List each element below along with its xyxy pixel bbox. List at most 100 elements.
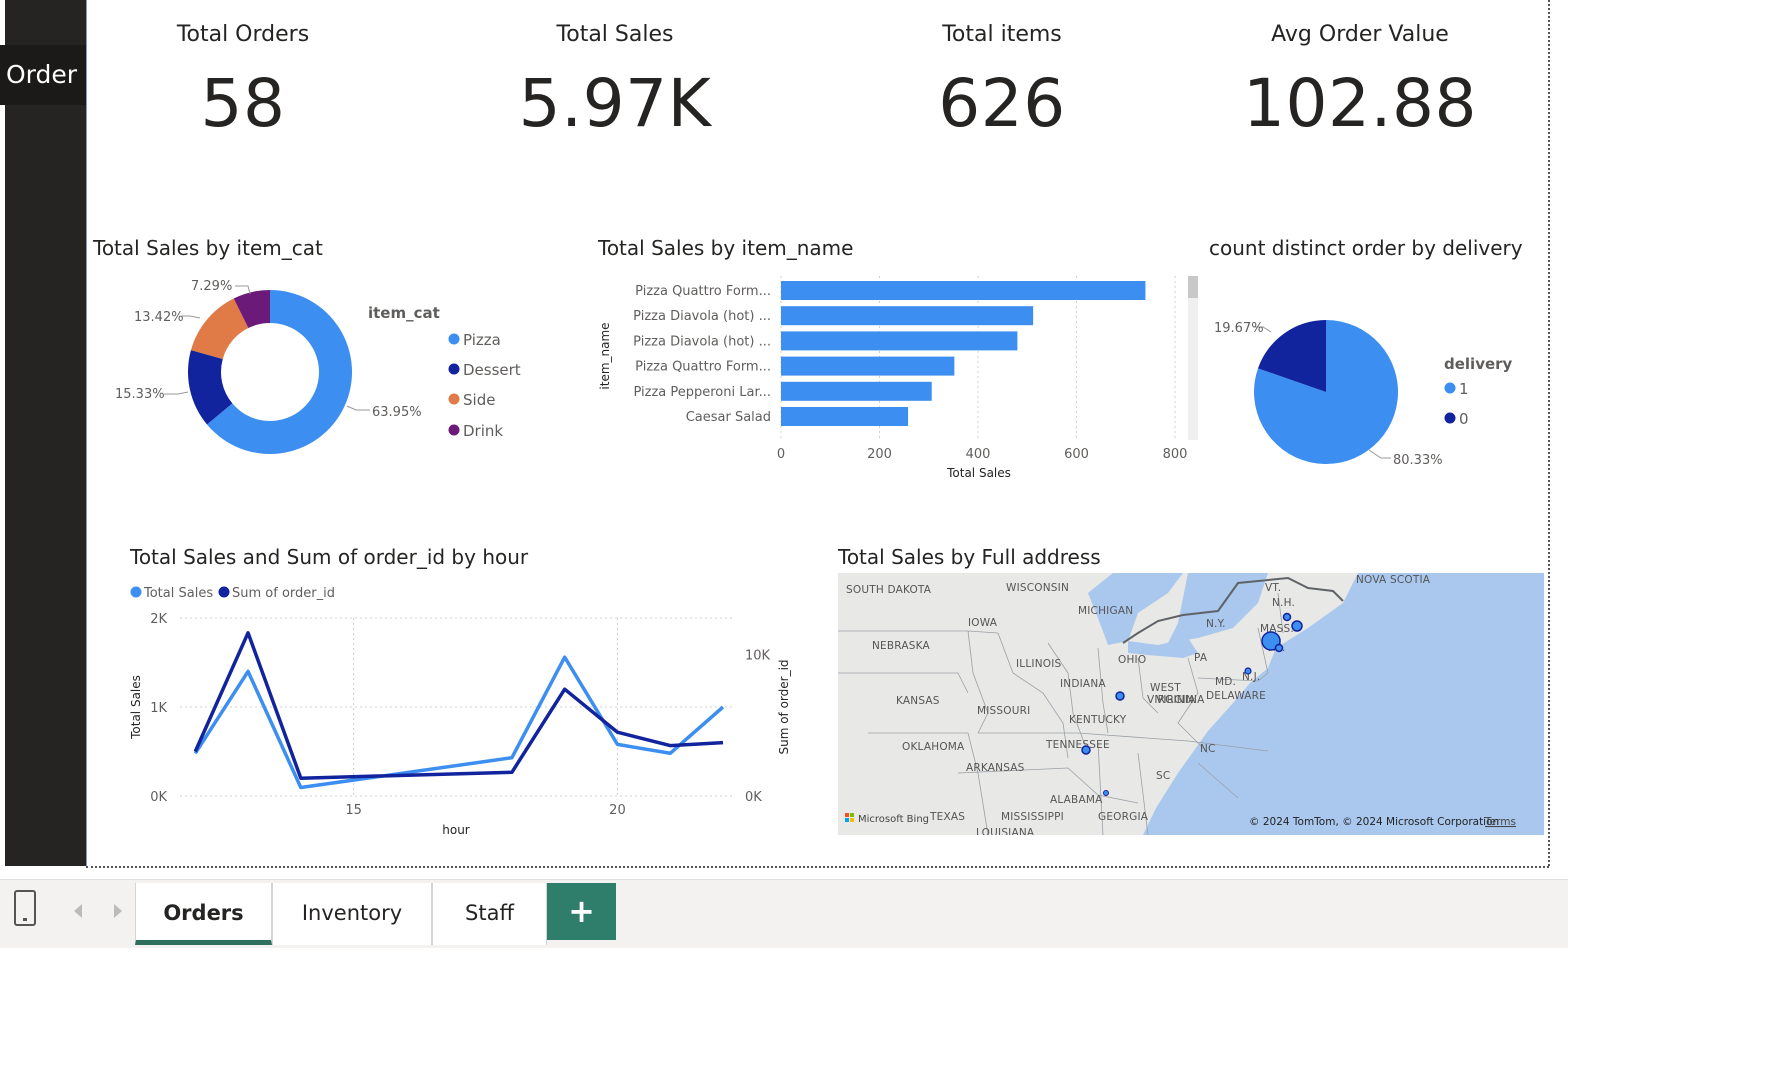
legend-label: Dessert	[463, 361, 521, 379]
legend-item-side[interactable]: Side	[448, 391, 496, 409]
map-region-label: ALABAMA	[1050, 794, 1103, 806]
legend-item-delivery-1[interactable]: 1	[1444, 380, 1469, 398]
map-region-label: MISSISSIPPI	[1001, 811, 1064, 823]
map-title: Total Sales by Full address	[838, 545, 1101, 569]
bar[interactable]	[781, 356, 955, 376]
pie-chart-title: count distinct order by delivery	[1209, 236, 1523, 260]
map-bubble[interactable]	[1103, 790, 1109, 796]
map-region-label: MD.	[1215, 676, 1236, 688]
legend-dot	[448, 424, 460, 436]
map-region-label: INDIANA	[1060, 678, 1106, 690]
series-line-total-sales[interactable]	[193, 655, 725, 790]
map-region-label: NOVA SCOTIA	[1356, 574, 1431, 586]
leader-line	[346, 405, 370, 411]
scrollbar-thumb[interactable]	[1188, 276, 1198, 298]
category-label: Pizza Quattro Form...	[635, 360, 771, 375]
kpi-value: 626	[938, 65, 1066, 142]
map-region-label: N.J.	[1242, 671, 1260, 683]
x-axis-title: Total Sales	[946, 466, 1011, 480]
legend-dot	[1444, 382, 1456, 394]
map-region-label: TEXAS	[929, 811, 965, 823]
kpi-total-items[interactable]: Total items 626	[877, 0, 1127, 142]
leader-line	[1368, 449, 1391, 459]
donut-legend-title: item_cat	[368, 304, 440, 322]
mobile-layout-icon-dot	[23, 918, 27, 921]
leader-line	[164, 391, 189, 395]
kpi-value: 5.97K	[518, 65, 712, 142]
series-line-sum-order-id[interactable]	[193, 631, 724, 780]
kpi-value: 102.88	[1243, 65, 1477, 142]
map-region-label: KANSAS	[896, 695, 940, 707]
legend-item-dessert[interactable]: Dessert	[448, 361, 521, 379]
tab-orders[interactable]: Orders	[135, 883, 272, 945]
pie-chart[interactable]: delivery 1 0 19.67% 80.33%	[1205, 270, 1525, 480]
category-label: Pizza Quattro Form...	[635, 284, 771, 299]
map-region-label: WISCONSIN	[1006, 582, 1069, 594]
y-tick-label-right: 10K	[745, 649, 771, 664]
report-page: Order Total Orders 58 Total Sales 5.97K …	[0, 0, 1568, 948]
legend-item-drink[interactable]: Drink	[448, 422, 504, 440]
map-region-label: MASS.	[1260, 623, 1294, 635]
legend-dot	[448, 333, 460, 345]
map-terms-link[interactable]: Terms	[1484, 816, 1516, 828]
y-axis-title-right: Sum of order_id	[777, 659, 791, 754]
bar[interactable]	[781, 281, 1146, 300]
x-tick-label: 200	[867, 447, 892, 462]
y-tick-label-right: 0K	[745, 790, 762, 805]
map-region-label: ILLINOIS	[1016, 658, 1062, 670]
canvas-border	[86, 0, 87, 866]
map-bubble[interactable]	[1291, 620, 1303, 632]
line-chart[interactable]: Total Sales Sum of order_id 2K 1K 0K 10K 0K 1…	[125, 578, 805, 843]
y-tick-label-left: 2K	[150, 612, 167, 627]
legend-sum-order-id[interactable]: Sum of order_id	[218, 586, 335, 601]
tab-staff[interactable]: Staff	[432, 883, 547, 945]
map-region-label: MICHIGAN	[1078, 605, 1133, 617]
map-region-label: PA	[1194, 652, 1208, 664]
legend-item-pizza[interactable]: Pizza	[448, 331, 501, 349]
canvas-border-right	[1546, 0, 1550, 866]
map-bubble[interactable]	[1081, 745, 1091, 755]
map-bubble[interactable]	[1244, 667, 1252, 675]
category-label: Pizza Pepperoni Lar...	[633, 385, 771, 400]
x-tick-label: 400	[966, 447, 991, 462]
tab-scroll-right-icon[interactable]	[114, 904, 122, 918]
map-bubble[interactable]	[1115, 691, 1125, 701]
y-axis-title-left: Total Sales	[129, 675, 143, 740]
scrollbar-track[interactable]	[1188, 276, 1198, 440]
bar[interactable]	[781, 407, 909, 426]
mobile-layout-icon[interactable]	[14, 890, 36, 926]
map-bubble[interactable]	[1282, 612, 1292, 622]
pie-legend-title: delivery	[1444, 355, 1513, 373]
bar[interactable]	[781, 306, 1034, 326]
map-visual[interactable]: SOUTH DAKOTA WISCONSIN MICHIGAN IOWA NEBRASK…	[838, 573, 1544, 835]
legend-dot	[218, 586, 230, 598]
bar[interactable]	[781, 331, 1018, 351]
bar-chart[interactable]: Pizza Quattro Form... Pizza Diavola (hot)…	[594, 268, 1206, 488]
map-region-label: KENTUCKY	[1069, 714, 1127, 726]
map-region-label: ARKANSAS	[966, 762, 1025, 774]
kpi-total-orders[interactable]: Total Orders 58	[118, 0, 368, 142]
x-tick-label: 0	[777, 447, 785, 462]
y-tick-label-left: 0K	[150, 790, 167, 805]
donut-chart[interactable]: item_cat Pizza Dessert Side Drink 63.95%…	[90, 268, 540, 468]
map-region-label: VIRGINIA	[1156, 694, 1205, 706]
map-region-label: NC	[1200, 743, 1216, 755]
kpi-total-sales[interactable]: Total Sales 5.97K	[490, 0, 740, 142]
category-label: Pizza Diavola (hot) ...	[633, 334, 771, 349]
map-bubble[interactable]	[1274, 643, 1284, 653]
add-page-button[interactable]: +	[547, 883, 616, 940]
tab-inventory[interactable]: Inventory	[272, 883, 432, 945]
map-region-label: N.H.	[1272, 597, 1295, 609]
legend-dot	[1444, 412, 1456, 424]
legend-label: Pizza	[463, 331, 501, 349]
legend-item-delivery-0[interactable]: 0	[1444, 410, 1469, 428]
canvas-border-bottom	[86, 866, 1549, 868]
legend-total-sales[interactable]: Total Sales	[130, 586, 214, 601]
map-region-label: NEBRASKA	[872, 640, 931, 652]
map-region-label: MISSOURI	[977, 705, 1030, 717]
kpi-avg-order-value[interactable]: Avg Order Value 102.88	[1225, 0, 1495, 142]
y-axis-title: item_name	[598, 322, 612, 389]
bar[interactable]	[781, 381, 932, 401]
tab-scroll-left-icon[interactable]	[74, 904, 82, 918]
x-axis-title: hour	[442, 823, 470, 837]
